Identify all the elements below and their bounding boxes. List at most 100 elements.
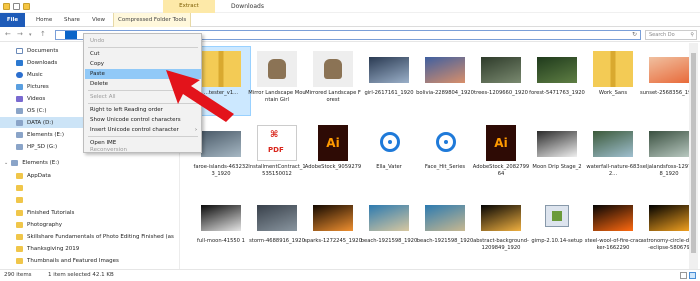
sidebar-item-folder[interactable] <box>0 194 180 205</box>
refresh-icon[interactable]: ↻ <box>632 31 637 38</box>
tab-compressed-folder-tools[interactable]: Compressed Folder Tools <box>113 13 192 27</box>
scrollbar-thumb[interactable] <box>691 53 696 253</box>
file-name: waterfall-nature-6832... <box>586 164 640 177</box>
media-player-icon <box>380 132 400 152</box>
selection-info: 1 item selected 42.1 KB <box>48 272 114 278</box>
installer-file-icon <box>537 199 577 235</box>
item-count: 290 items <box>4 272 32 278</box>
menu-item-undo[interactable]: Undo <box>85 36 201 46</box>
sidebar-item-skillshare[interactable]: Skillshare Fundamentals of Photo Editing… <box>0 231 180 242</box>
quick-access-toolbar <box>3 3 30 10</box>
file-item[interactable]: gimp-2.10.14-setup <box>528 195 586 263</box>
file-name: Moon Drip Stage_2 <box>532 164 582 170</box>
tab-view[interactable]: View <box>88 13 109 27</box>
download-icon <box>16 59 23 66</box>
file-name: Ella_Vater <box>376 164 402 170</box>
file-name: full-moon-41550 1 <box>197 238 245 244</box>
sidebar-item-appdata[interactable]: AppData <box>0 170 180 181</box>
file-name: girl-2617161_1920 <box>364 90 414 96</box>
zip-folder-icon <box>201 51 241 87</box>
file-item[interactable]: Moon Drip Stage_2 <box>528 121 586 189</box>
sidebar-item-label: Skillshare Fundamentals of Photo Editing… <box>27 233 174 240</box>
illustrator-file-icon: Ai <box>486 125 516 161</box>
file-name: Work_Sans <box>598 90 628 96</box>
sidebar-item-folder[interactable] <box>0 182 180 193</box>
forward-icon[interactable]: → <box>17 30 23 38</box>
file-item[interactable]: full-moon-41550 1 <box>192 195 250 263</box>
up-icon[interactable]: ↑ <box>40 30 46 38</box>
image-thumbnail <box>481 57 521 83</box>
menu-item-show-unicode[interactable]: Show Unicode control characters <box>85 115 201 125</box>
videos-icon <box>16 95 23 102</box>
menu-separator <box>88 136 198 137</box>
file-item[interactable]: beach-1921598_1920 <box>360 195 418 263</box>
file-item[interactable]: Mirrored Landscape Forest <box>304 47 362 115</box>
file-item[interactable]: steel-wool-of-fire-cracker-1662290 <box>584 195 642 263</box>
extract-context-tab[interactable]: Extract <box>163 0 215 13</box>
tab-home[interactable]: Home <box>32 13 56 27</box>
sidebar-item-label: Thanksgiving 2019 <box>27 245 80 252</box>
menu-separator <box>88 103 198 104</box>
menu-separator <box>88 47 198 48</box>
file-item[interactable]: Ai AdobeStock_9059279 <box>304 121 362 189</box>
recent-locations-icon[interactable]: ▾ <box>29 32 32 38</box>
menu-item-rtl-reading-order[interactable]: Right to left Reading order <box>85 105 201 115</box>
search-input[interactable]: Search Do ⚲ <box>645 30 697 40</box>
file-item[interactable]: sparks-1272245_1920 <box>304 195 362 263</box>
chevron-down-icon[interactable]: ⌄ <box>4 160 8 166</box>
vertical-scrollbar[interactable] <box>689 43 698 269</box>
sidebar-item-photography[interactable]: Photography <box>0 219 180 230</box>
file-item[interactable]: trees-1209660_1920 <box>472 47 530 115</box>
back-icon[interactable]: ← <box>5 30 11 38</box>
menu-item-reconversion[interactable]: Reconversion <box>85 147 201 154</box>
ribbon: File Home Share View Compressed Folder T… <box>0 13 700 27</box>
tab-file[interactable]: File <box>0 13 25 27</box>
tab-share[interactable]: Share <box>60 13 84 27</box>
image-thumbnail <box>369 205 409 231</box>
folder-icon <box>16 196 23 203</box>
view-toggle <box>680 272 696 279</box>
sidebar-item-label: Photography <box>27 221 63 228</box>
file-item[interactable]: girl-2617161_1920 <box>360 47 418 115</box>
menu-item-insert-unicode[interactable]: Insert Unicode control character › <box>85 125 201 135</box>
title-bar: Extract Downloads <box>0 0 700 13</box>
menu-item-copy[interactable]: Copy <box>85 59 201 69</box>
sidebar-item-label: OS (C:) <box>27 107 47 114</box>
checkbox-icon[interactable] <box>13 3 20 10</box>
sidebar-item-label: Downloads <box>27 59 58 66</box>
new-folder-icon[interactable] <box>23 3 30 10</box>
file-item[interactable]: Work_Sans <box>584 47 642 115</box>
sidebar-item-finished-tutorials[interactable]: Finished Tutorials <box>0 207 180 218</box>
menu-item-cut[interactable]: Cut <box>85 49 201 59</box>
drive-icon <box>16 107 23 114</box>
file-item[interactable]: beach-1921598_1920 <box>416 195 474 263</box>
sidebar-item-thumbnails[interactable]: Thumbnails and Featured Images <box>0 255 180 266</box>
pdf-label-icon: PDF <box>268 146 284 154</box>
sidebar-item-label: Finished Tutorials <box>27 209 75 216</box>
menu-item-delete[interactable]: Delete <box>85 79 201 89</box>
image-thumbnail <box>425 57 465 83</box>
file-item[interactable]: Ai AdobeStock_208279964 <box>472 121 530 189</box>
file-item[interactable]: ⌘ PDF InstallmentContract_1535150012 <box>248 121 306 189</box>
menu-item-select-all[interactable]: Select All <box>85 92 201 102</box>
sidebar-item-label: Thumbnails and Featured Images <box>27 257 119 264</box>
sidebar-item-elements-e-root[interactable]: ⌄ Elements (E:) <box>0 157 180 168</box>
folder-icon <box>16 233 23 240</box>
sidebar-item-thanksgiving[interactable]: Thanksgiving 2019 <box>0 243 180 254</box>
details-view-icon[interactable] <box>680 272 687 279</box>
file-item[interactable]: bolivia-2289804_1920 <box>416 47 474 115</box>
file-item[interactable]: waterfall-nature-6832... <box>584 121 642 189</box>
file-item[interactable]: Mirror Landscape Mountain Girl <box>248 47 306 115</box>
file-item[interactable]: Face_Hit_Series <box>416 121 474 189</box>
image-thumbnail <box>201 131 241 157</box>
file-item[interactable]: storm-4688916_1920 <box>248 195 306 263</box>
image-thumbnail <box>593 205 633 231</box>
file-item[interactable]: forest-5471763_1920 <box>528 47 586 115</box>
file-item[interactable]: Ella_Vater <box>360 121 418 189</box>
menu-item-paste[interactable]: Paste <box>85 69 201 79</box>
large-icons-view-icon[interactable] <box>689 272 696 279</box>
file-item[interactable]: abstract-background-1209849_1920 <box>472 195 530 263</box>
folder-icon[interactable] <box>3 3 10 10</box>
file-name: gimp-2.10.14-setup <box>531 238 583 244</box>
sidebar-item-label: Videos <box>27 95 46 102</box>
